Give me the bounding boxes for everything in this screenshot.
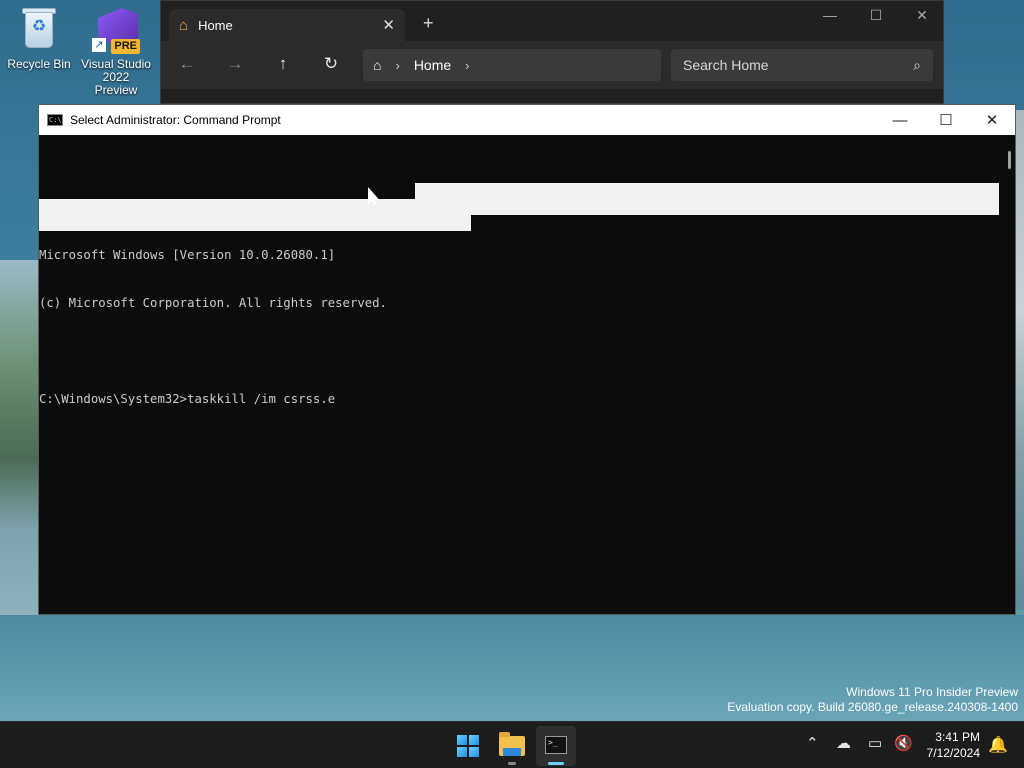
scrollbar[interactable] [1008, 151, 1011, 169]
desktop-icon-label: Visual Studio 2022 Preview [81, 57, 151, 97]
address-bar[interactable]: ⌂ › Home › [363, 49, 661, 81]
file-explorer-window[interactable]: ⌂ Home ✕ + — ☐ ✕ ← → ↑ ↻ ⌂ › Home › Sear… [160, 0, 944, 104]
explorer-tab-label: Home [198, 17, 233, 33]
desktop-icon-label: Recycle Bin [7, 57, 71, 71]
volume-muted-icon[interactable]: 🔇 [894, 734, 913, 752]
up-arrow-icon[interactable]: ↑ [271, 54, 295, 74]
breadcrumb-home[interactable]: Home [414, 57, 451, 73]
notification-bell-icon[interactable]: 🔔 [988, 735, 1008, 755]
search-input[interactable]: Search Home ⌕ [671, 49, 933, 81]
new-tab-icon[interactable]: + [423, 13, 434, 34]
forward-arrow-icon[interactable]: → [223, 54, 247, 74]
start-button[interactable] [448, 726, 488, 766]
folder-icon [499, 732, 525, 756]
clock-date: 7/12/2024 [926, 746, 980, 760]
chevron-up-icon[interactable]: ⌃ [806, 734, 819, 752]
display-icon[interactable]: ▭ [868, 734, 882, 752]
chevron-right-icon: › [395, 57, 400, 73]
recycle-bin-icon: ♻ [15, 6, 63, 54]
taskbar-file-explorer[interactable] [492, 726, 532, 766]
cmd-window-title: Select Administrator: Command Prompt [70, 113, 281, 127]
minimize-icon[interactable]: — [807, 7, 853, 23]
terminal-icon: >_ [545, 736, 567, 754]
clock-time: 3:41 PM [935, 730, 980, 744]
text-selection [415, 183, 999, 199]
chevron-right-icon[interactable]: › [465, 58, 469, 73]
windows-watermark: Windows 11 Pro Insider Preview Evaluatio… [727, 685, 1018, 715]
close-tab-icon[interactable]: ✕ [382, 16, 395, 34]
refresh-icon[interactable]: ↻ [319, 54, 343, 74]
console-line: Microsoft Windows [Version 10.0.26080.1] [39, 248, 336, 262]
desktop-icon-visual-studio[interactable]: ↗ PRE Visual Studio 2022 Preview [80, 6, 152, 97]
shortcut-arrow-icon: ↗ [92, 38, 106, 52]
close-window-icon[interactable]: ✕ [899, 7, 945, 24]
search-icon[interactable]: ⌕ [913, 57, 921, 74]
maximize-icon[interactable]: ☐ [853, 7, 899, 24]
console-line: (c) Microsoft Corporation. All rights re… [39, 296, 387, 310]
text-selection [39, 199, 999, 215]
windows-logo-icon [457, 735, 479, 757]
network-disconnected-icon[interactable]: ☁ [836, 734, 851, 752]
home-icon: ⌂ [179, 16, 189, 34]
active-indicator [548, 762, 564, 765]
preview-badge: PRE [111, 39, 140, 54]
back-arrow-icon[interactable]: ← [175, 54, 199, 74]
command-prompt-window[interactable]: C:\ Select Administrator: Command Prompt… [38, 104, 1016, 615]
minimize-icon[interactable]: — [877, 112, 923, 129]
taskbar: >_ ⌃ ☁ ▭ 🔇 3:41 PM 7/12/2024 🔔 [0, 721, 1024, 768]
watermark-line-2: Evaluation copy. Build 26080.ge_release.… [727, 700, 1018, 714]
console-output[interactable]: Microsoft Windows [Version 10.0.26080.1]… [39, 135, 999, 614]
console-prompt-line[interactable]: C:\Windows\System32>taskkill /im csrss.e [39, 391, 999, 407]
maximize-icon[interactable]: ☐ [923, 111, 969, 129]
explorer-toolbar: ← → ↑ ↻ ⌂ › Home › Search Home ⌕ [161, 41, 943, 89]
close-window-icon[interactable]: ✕ [969, 111, 1015, 129]
running-indicator [508, 762, 516, 765]
visual-studio-icon: ↗ PRE [92, 6, 140, 54]
cmd-app-icon: C:\ [47, 114, 63, 126]
explorer-tab-home[interactable]: ⌂ Home ✕ [169, 9, 405, 41]
taskbar-terminal[interactable]: >_ [536, 726, 576, 766]
search-placeholder: Search Home [683, 57, 769, 73]
wallpaper-left-edge [0, 260, 40, 620]
desktop-icon-recycle-bin[interactable]: ♻ Recycle Bin [3, 6, 75, 71]
system-clock[interactable]: 3:41 PM 7/12/2024 [927, 729, 980, 761]
watermark-line-1: Windows 11 Pro Insider Preview [846, 685, 1018, 699]
home-icon: ⌂ [373, 57, 382, 73]
cmd-title-bar[interactable]: C:\ Select Administrator: Command Prompt… [39, 105, 1015, 135]
